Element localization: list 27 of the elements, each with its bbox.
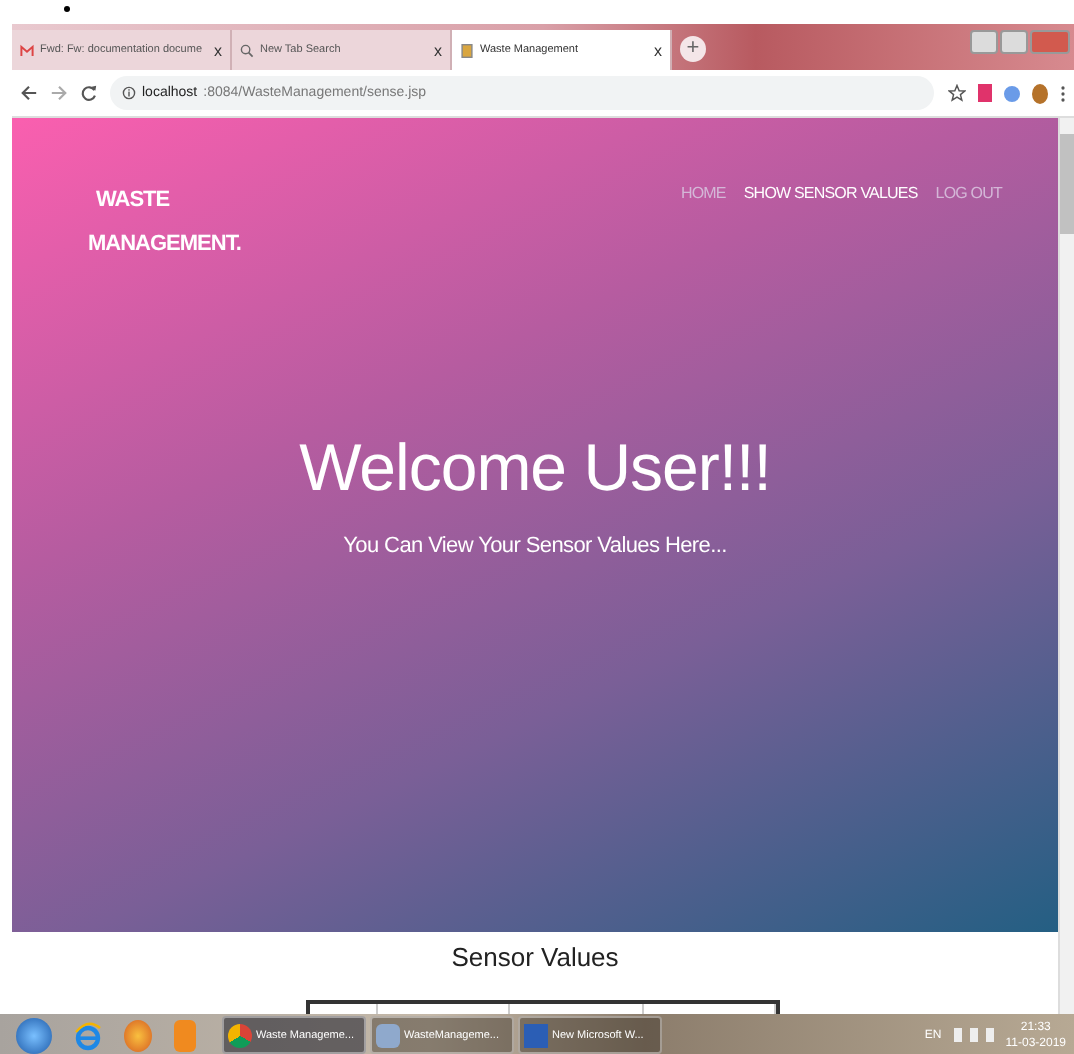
new-tab-button[interactable]: + <box>680 36 706 62</box>
nav-link[interactable]: SHOW SENSOR VALUES <box>743 184 918 266</box>
close-button[interactable] <box>1030 30 1070 54</box>
back-icon[interactable] <box>20 84 38 102</box>
forward-icon[interactable] <box>50 84 68 102</box>
section-title: Sensor Values <box>449 942 621 972</box>
maximize-button[interactable] <box>1000 30 1028 54</box>
search-icon <box>240 43 254 57</box>
reload-icon[interactable] <box>80 84 98 102</box>
page-icon <box>460 43 474 57</box>
mail-icon <box>20 43 34 57</box>
profile-icon[interactable] <box>1032 83 1048 103</box>
brand-text: MANAGEMENT. <box>88 230 241 260</box>
start-button[interactable] <box>16 1017 52 1053</box>
brand-text: WASTE <box>94 186 172 216</box>
bullet-icon <box>64 6 70 12</box>
welcome-heading: Welcome User!!! <box>299 430 771 506</box>
close-button[interactable]: x <box>654 41 662 59</box>
close-button[interactable]: x <box>434 41 442 59</box>
menu-icon[interactable] <box>1060 83 1066 103</box>
info-icon[interactable] <box>122 86 136 100</box>
star-icon[interactable] <box>948 84 966 102</box>
minimize-button[interactable] <box>970 30 998 54</box>
tray-icon[interactable] <box>953 1028 994 1042</box>
scrollbar[interactable] <box>1058 118 1074 1014</box>
welcome-subheading: You Can View Your Sensor Values Here... <box>343 534 727 558</box>
close-button[interactable]: x <box>214 41 222 59</box>
